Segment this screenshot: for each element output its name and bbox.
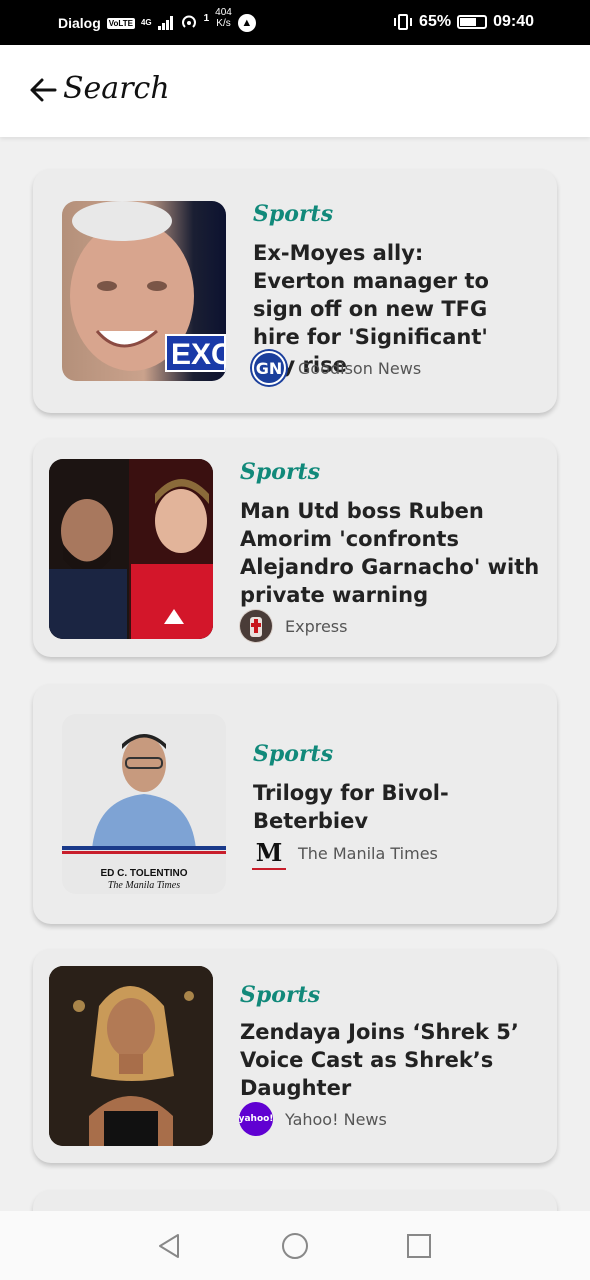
article-headline[interactable]: Zendaya Joins ‘Shrek 5’ Voice Cast as Sh… <box>240 1018 535 1102</box>
status-bar: Dialog VoLTE 4G 1 404 K/s ▲ 65% 09:40 <box>0 0 590 45</box>
news-card[interactable]: ED C. TOLENTINO The Manila Times Sports … <box>33 684 557 924</box>
signal-icon <box>157 16 173 30</box>
vibrate-icon <box>394 14 413 30</box>
article-category: Sports <box>240 459 321 485</box>
accessibility-icon: ▲ <box>237 14 256 32</box>
source-name: Express <box>285 616 348 636</box>
triangle-back-icon <box>159 1234 179 1258</box>
players-illustration <box>49 459 213 639</box>
source-logo <box>239 609 273 643</box>
crusader-icon <box>240 610 272 642</box>
article-thumbnail: ED C. TOLENTINO The Manila Times <box>62 714 226 894</box>
nav-home-button[interactable] <box>278 1229 312 1263</box>
arrow-left-icon <box>30 78 57 102</box>
app-bar: Search <box>0 45 590 137</box>
page-title: Search <box>63 71 170 106</box>
article-source: M The Manila Times <box>252 836 438 870</box>
columnist-name: ED C. TOLENTINO <box>100 868 188 879</box>
source-logo: yahoo! <box>239 1102 273 1136</box>
back-button[interactable] <box>28 75 58 105</box>
source-name: Yahoo! News <box>285 1109 387 1129</box>
news-card[interactable]: Sports Man Utd boss Ruben Amorim 'confro… <box>33 438 557 657</box>
clock: 09:40 <box>493 13 534 30</box>
data-speed: 404 K/s <box>215 7 232 29</box>
nav-recents-button[interactable] <box>402 1229 436 1263</box>
article-source: Express <box>239 609 347 643</box>
battery-percent: 65% <box>419 13 452 30</box>
battery-icon <box>457 15 488 29</box>
source-name: Goodison News <box>298 358 422 378</box>
speed-superscript: 1 <box>203 12 210 24</box>
source-logo: GN <box>252 351 286 385</box>
columnist-photo <box>62 734 226 854</box>
article-category: Sports <box>253 201 334 227</box>
network-type: 4G <box>140 18 152 27</box>
battery-level <box>460 18 476 26</box>
hotspot-icon <box>181 15 196 28</box>
news-card[interactable]: Sports Zendaya Joins ‘Shrek 5’ Voice Cas… <box>33 949 557 1163</box>
article-thumbnail: EXCL <box>62 201 226 381</box>
volte-badge: VoLTE <box>106 17 135 29</box>
news-card[interactable]: EXCL Sports Ex-Moyes ally: Everton manag… <box>33 169 557 413</box>
carrier-name: Dialog <box>58 15 101 31</box>
nav-back-button[interactable] <box>152 1229 186 1263</box>
exclusive-banner: EXCL <box>165 334 226 372</box>
article-source: GN Goodison News <box>252 351 421 385</box>
article-source: yahoo! Yahoo! News <box>239 1102 387 1136</box>
article-thumbnail <box>49 966 213 1146</box>
celebrity-photo <box>49 966 213 1146</box>
columnist-publication: The Manila Times <box>107 880 181 891</box>
article-category: Sports <box>240 982 321 1008</box>
article-category: Sports <box>253 741 334 767</box>
source-name: The Manila Times <box>298 843 438 863</box>
article-headline[interactable]: Man Utd boss Ruben Amorim 'confronts Ale… <box>240 497 545 609</box>
article-thumbnail <box>49 459 213 639</box>
square-recents-icon <box>407 1234 431 1258</box>
article-headline[interactable]: Trilogy for Bivol-Beterbiev <box>253 779 453 835</box>
source-logo: M <box>252 836 286 870</box>
circle-home-icon <box>282 1233 308 1259</box>
system-navigation-bar <box>0 1211 590 1280</box>
